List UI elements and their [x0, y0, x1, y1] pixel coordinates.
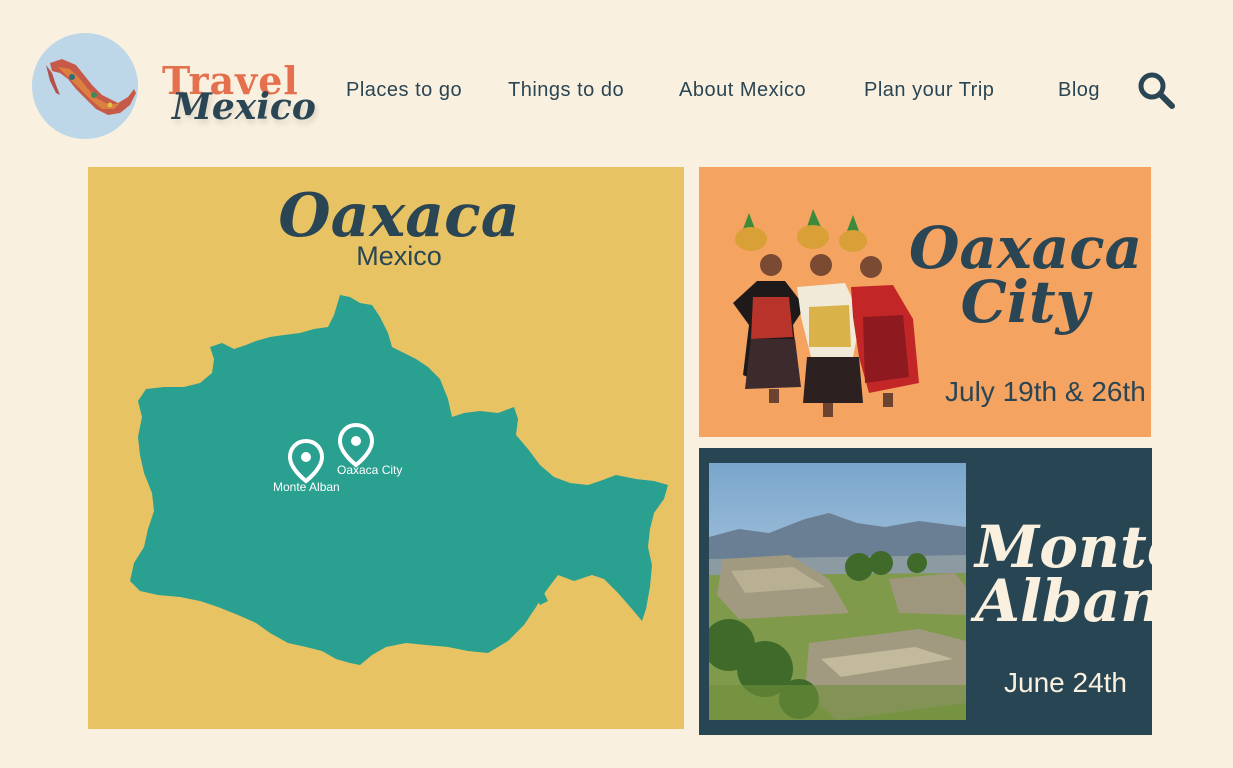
brand-logo[interactable]: Travel Mexico: [160, 58, 320, 138]
event-date: June 24th: [1004, 667, 1127, 698]
nav-things-to-do[interactable]: Things to do: [508, 76, 624, 104]
dancers-photo: [733, 209, 919, 417]
brand-line-mexico: Mexico: [172, 86, 316, 128]
card-title-line1: Monte: [975, 513, 1184, 581]
nav-places-to-go[interactable]: Places to go: [346, 76, 462, 104]
event-card-monte-alban[interactable]: Monte Alban June 24th: [699, 448, 1184, 735]
card-title-line2: Alban: [975, 567, 1163, 635]
pin-label-monte-alban[interactable]: Monte Alban: [273, 480, 340, 494]
nav-about-mexico[interactable]: About Mexico: [679, 76, 806, 104]
event-date: July 19th & 26th: [945, 376, 1146, 407]
monte-alban-photo: [709, 463, 966, 720]
card-title-line2: City: [960, 268, 1090, 336]
logo-mexico-icon[interactable]: [32, 33, 138, 139]
event-card-oaxaca-city[interactable]: Oaxaca City July 19th & 26th: [699, 167, 1151, 437]
map-subtitle: Mexico: [356, 241, 442, 271]
nav-blog[interactable]: Blog: [1058, 76, 1100, 104]
pin-label-oaxaca-city[interactable]: Oaxaca City: [337, 463, 402, 477]
nav-plan-your-trip[interactable]: Plan your Trip: [864, 76, 994, 104]
card-title-line1: Oaxaca: [909, 214, 1143, 282]
search-icon[interactable]: [1136, 70, 1178, 112]
oaxaca-map-panel: Oaxaca Mexico Monte Alban Oaxaca City: [88, 167, 684, 729]
